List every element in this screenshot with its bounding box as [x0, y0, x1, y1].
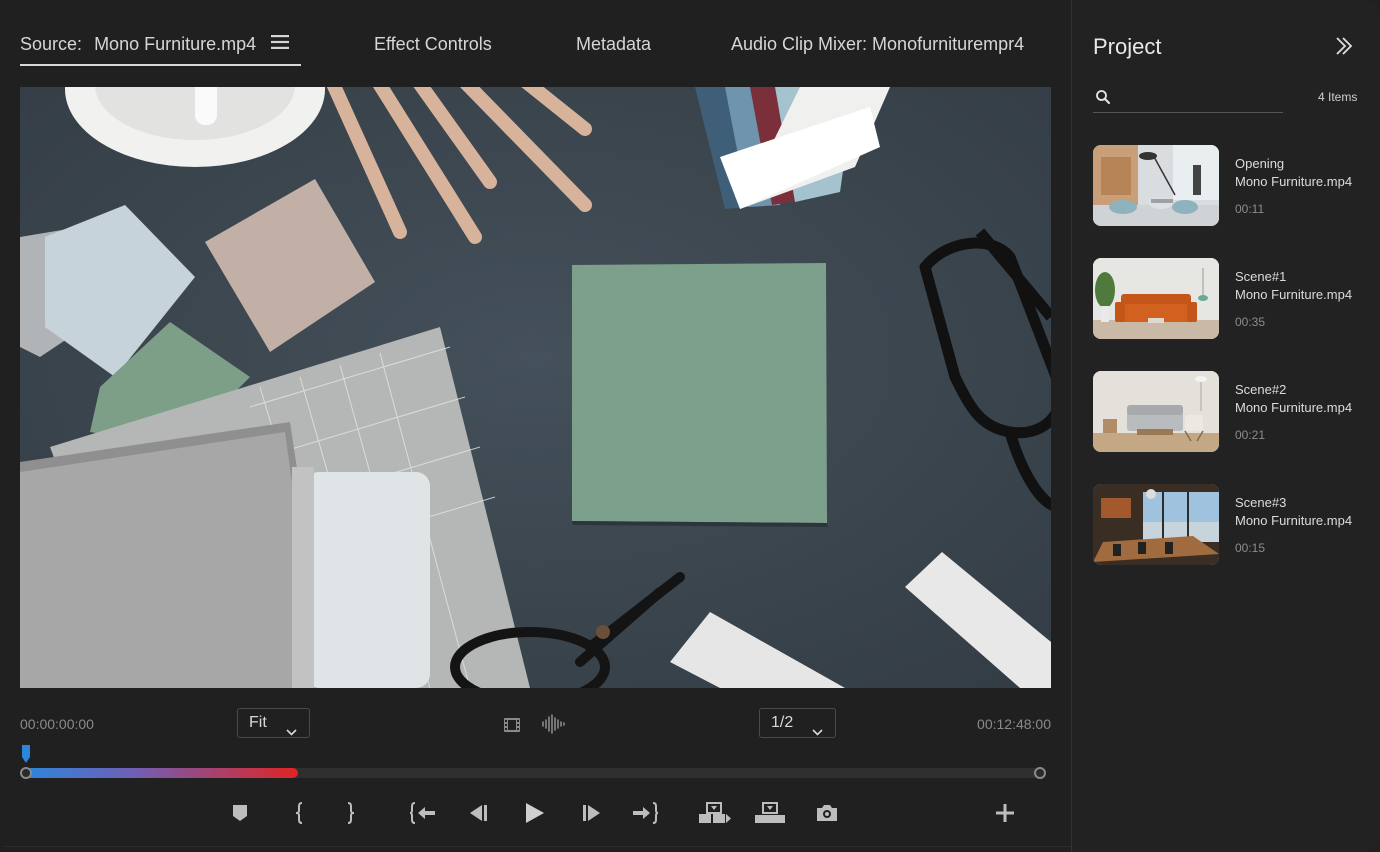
- source-monitor: Source: Mono Furniture.mp4 Effect Contro…: [0, 0, 1071, 852]
- resolution-select-value: 1/2: [771, 714, 794, 731]
- play-button[interactable]: [514, 795, 554, 835]
- timeline-track[interactable]: [24, 768, 1040, 778]
- tab-source-file: Mono Furniture.mp4: [94, 34, 257, 54]
- chevron-down-icon: [286, 718, 297, 746]
- clip-file: Mono Furniture.mp4: [1235, 287, 1353, 302]
- double-chevron-right-icon[interactable]: [1334, 36, 1354, 61]
- timeline-progress: [24, 768, 299, 778]
- transport-controls: [0, 795, 1071, 835]
- video-preview[interactable]: [20, 87, 1051, 688]
- clip-file: Mono Furniture.mp4: [1235, 174, 1353, 189]
- transport-info-row: 00:00:00:00 Fit 1/2 00:12:48:00: [20, 708, 1051, 740]
- search-input[interactable]: [1119, 86, 1283, 112]
- overwrite-button[interactable]: [750, 795, 790, 835]
- clip-name: Scene#2: [1235, 382, 1287, 397]
- step-back-icon: [468, 804, 488, 826]
- video-frame-image: [20, 87, 1051, 688]
- app-window: Source: Mono Furniture.mp4 Effect Contro…: [0, 0, 1380, 852]
- add-marker-button[interactable]: [220, 795, 260, 835]
- divider: [0, 846, 1071, 847]
- mark-in-button[interactable]: [280, 795, 320, 835]
- mark-in-icon: [295, 801, 305, 829]
- in-point-marker[interactable]: [20, 767, 32, 779]
- clip-item-opening[interactable]: Opening Mono Furniture.mp4 00:11: [1093, 145, 1363, 227]
- chevron-down-icon: [812, 718, 823, 746]
- view-mode-icons: [503, 714, 581, 739]
- insert-button[interactable]: [695, 795, 735, 835]
- clip-thumbnail: [1093, 484, 1219, 565]
- film-icon[interactable]: [503, 716, 521, 739]
- tab-source[interactable]: Source: Mono Furniture.mp4: [20, 33, 290, 55]
- clip-duration: 00:15: [1235, 541, 1266, 555]
- tab-audio-clip-mixer[interactable]: Audio Clip Mixer: Monofurniturempr4: [731, 34, 1024, 55]
- mark-out-button[interactable]: [330, 795, 370, 835]
- mark-out-icon: [345, 801, 355, 829]
- clip-name: Scene#1: [1235, 269, 1287, 284]
- clip-file: Mono Furniture.mp4: [1235, 513, 1353, 528]
- project-search: [1093, 86, 1283, 113]
- insert-icon: [699, 801, 731, 829]
- playback-resolution-select[interactable]: 1/2: [759, 708, 836, 738]
- step-back-button[interactable]: [458, 795, 498, 835]
- hamburger-icon[interactable]: [271, 33, 290, 54]
- clip-item-scene-3[interactable]: Scene#3 Mono Furniture.mp4 00:15: [1093, 484, 1363, 566]
- current-timecode[interactable]: 00:00:00:00: [20, 716, 94, 732]
- clip-item-scene-2[interactable]: Scene#2 Mono Furniture.mp4 00:21: [1093, 371, 1363, 453]
- clip-name: Scene#3: [1235, 495, 1287, 510]
- waveform-icon[interactable]: [541, 714, 566, 739]
- plus-icon: [996, 803, 1014, 827]
- add-control-button[interactable]: [985, 795, 1025, 835]
- tab-metadata[interactable]: Metadata: [576, 34, 651, 55]
- duration-timecode: 00:12:48:00: [977, 716, 1051, 732]
- clip-duration: 00:35: [1235, 315, 1266, 329]
- clip-duration: 00:11: [1235, 202, 1265, 216]
- play-icon: [524, 802, 544, 828]
- go-to-out-icon: [632, 801, 659, 829]
- active-tab-indicator: [20, 64, 301, 66]
- out-point-marker[interactable]: [1034, 767, 1046, 779]
- clip-duration: 00:21: [1235, 428, 1266, 442]
- go-to-in-icon: [409, 801, 436, 829]
- step-forward-button[interactable]: [572, 795, 612, 835]
- tab-effect-controls[interactable]: Effect Controls: [374, 34, 492, 55]
- project-panel: Project 4 Items Opening Mono Furniture.m…: [1071, 0, 1380, 852]
- zoom-select-value: Fit: [249, 714, 267, 731]
- go-to-in-button[interactable]: [403, 795, 443, 835]
- timeline-scrubber[interactable]: [20, 744, 1051, 784]
- item-count: 4 Items: [1318, 90, 1358, 104]
- clip-thumbnail: [1093, 371, 1219, 452]
- zoom-select[interactable]: Fit: [237, 708, 310, 738]
- clip-thumbnail: [1093, 145, 1219, 226]
- clip-thumbnail: [1093, 258, 1219, 339]
- overwrite-icon: [754, 801, 786, 829]
- marker-icon: [232, 804, 248, 827]
- clip-file: Mono Furniture.mp4: [1235, 400, 1353, 415]
- playhead-handle[interactable]: [21, 745, 31, 768]
- tab-source-label: Source:: [20, 34, 83, 54]
- search-icon: [1095, 89, 1111, 110]
- camera-icon: [815, 804, 839, 827]
- export-frame-button[interactable]: [807, 795, 847, 835]
- panel-tabs: Source: Mono Furniture.mp4 Effect Contro…: [20, 0, 1051, 68]
- go-to-out-button[interactable]: [625, 795, 665, 835]
- step-forward-icon: [582, 804, 602, 826]
- project-title: Project: [1093, 34, 1162, 59]
- clip-item-scene-1[interactable]: Scene#1 Mono Furniture.mp4 00:35: [1093, 258, 1363, 340]
- clip-name: Opening: [1235, 156, 1285, 171]
